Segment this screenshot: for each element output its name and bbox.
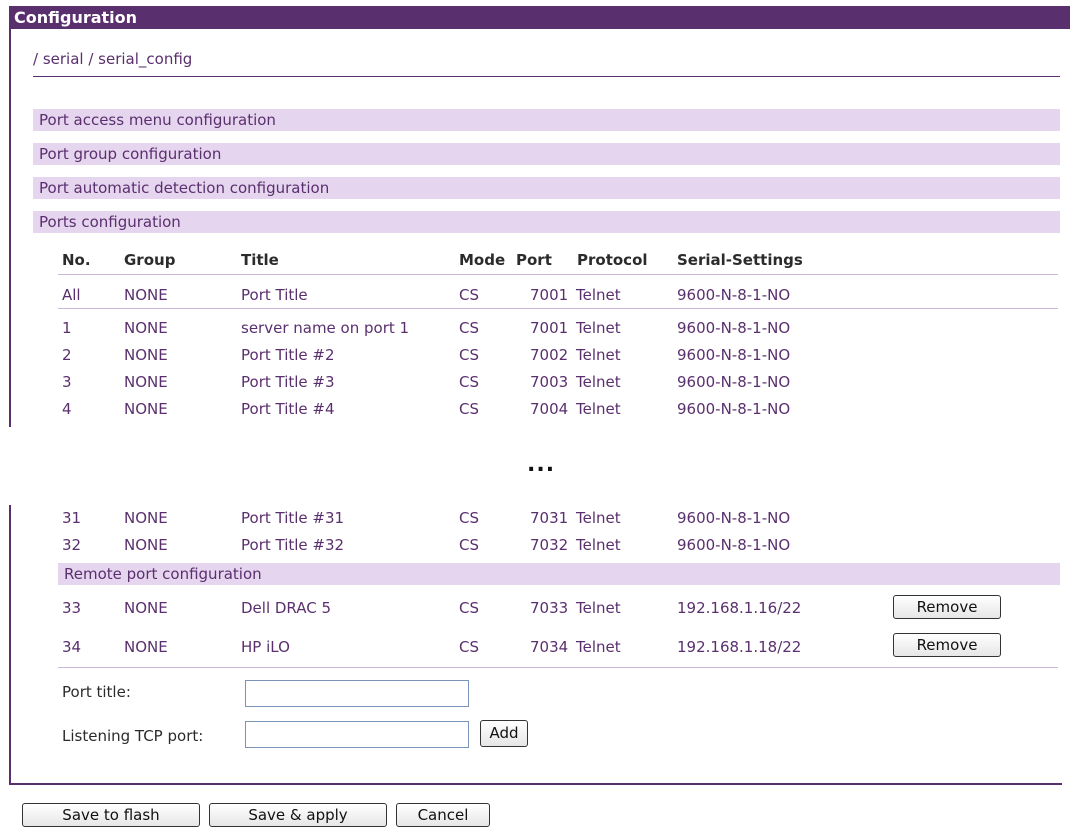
cell-no[interactable]: 2 [62,346,72,364]
cell-settings: 9600-N-8-1-NO [677,286,791,304]
cell-port: 7034 [530,638,569,656]
cell-no[interactable]: 1 [62,319,72,337]
cell-group: NONE [124,373,168,391]
col-header-port: Port [516,251,552,269]
cell-port: 7003 [530,373,569,391]
remove-button[interactable]: Remove [893,595,1001,619]
cell-port: 7001 [530,286,569,304]
cell-protocol: Telnet [576,346,621,364]
section-remote-port-config[interactable]: Remote port configuration [58,563,1060,585]
cell-settings: 9600-N-8-1-NO [677,346,791,364]
cell-group: NONE [124,599,168,617]
col-header-title: Title [241,251,279,269]
cell-protocol: Telnet [576,638,621,656]
cell-settings: 192.168.1.16/22 [677,599,802,617]
cell-protocol: Telnet [576,599,621,617]
cell-port: 7001 [530,319,569,337]
breadcrumb-serial[interactable]: serial [43,50,84,68]
col-header-mode: Mode [459,251,506,269]
cell-protocol: Telnet [576,286,621,304]
cell-protocol: Telnet [576,400,621,418]
cell-title: Port Title [241,286,308,304]
remote-divider [58,667,1058,668]
cell-protocol: Telnet [576,373,621,391]
cell-mode: CS [459,599,479,617]
cell-no[interactable]: 3 [62,373,72,391]
tcp-port-label: Listening TCP port: [62,727,204,745]
cell-port: 7031 [530,509,569,527]
section-port-access-menu[interactable]: Port access menu configuration [33,109,1060,131]
page-header: Configuration [9,6,1070,29]
cell-protocol: Telnet [576,536,621,554]
cell-settings: 9600-N-8-1-NO [677,509,791,527]
save-to-flash-button[interactable]: Save to flash [22,803,200,827]
cell-group: NONE [124,509,168,527]
col-header-serial-settings: Serial-Settings [677,251,803,269]
cell-mode: CS [459,509,479,527]
cell-port: 7033 [530,599,569,617]
breadcrumb-divider [33,76,1060,77]
cell-settings: 9600-N-8-1-NO [677,536,791,554]
add-button[interactable]: Add [480,720,528,747]
cell-mode: CS [459,346,479,364]
cell-title: Dell DRAC 5 [241,599,332,617]
cell-group: NONE [124,400,168,418]
cell-title: server name on port 1 [241,319,410,337]
breadcrumb-sep: / [83,50,99,68]
cell-port: 7002 [530,346,569,364]
cell-title: Port Title #4 [241,400,335,418]
cell-group: NONE [124,346,168,364]
cell-no[interactable]: 33 [62,599,81,617]
breadcrumb-sep: / [33,50,43,68]
section-ports-config[interactable]: Ports configuration [33,211,1060,233]
breadcrumb-serial-config[interactable]: serial_config [98,50,192,68]
cell-port: 7004 [530,400,569,418]
cell-port: 7032 [530,536,569,554]
cell-title: HP iLO [241,638,290,656]
cell-group: NONE [124,319,168,337]
cell-group: NONE [124,638,168,656]
cell-settings: 9600-N-8-1-NO [677,319,791,337]
frame-bottom [9,783,1062,785]
cell-settings: 192.168.1.18/22 [677,638,802,656]
col-header-protocol: Protocol [577,251,648,269]
section-port-group[interactable]: Port group configuration [33,143,1060,165]
cell-settings: 9600-N-8-1-NO [677,373,791,391]
frame-left-bottom [9,505,11,785]
header-divider [58,274,1058,275]
save-and-apply-button[interactable]: Save & apply [209,803,387,827]
remove-button[interactable]: Remove [893,633,1001,657]
cell-mode: CS [459,536,479,554]
cell-no[interactable]: 4 [62,400,72,418]
col-header-no: No. [62,251,91,269]
cell-title: Port Title #3 [241,373,335,391]
cell-title: Port Title #31 [241,509,345,527]
cancel-button[interactable]: Cancel [396,803,490,827]
port-title-label: Port title: [62,683,131,701]
cell-mode: CS [459,638,479,656]
cell-group: NONE [124,286,168,304]
cell-mode: CS [459,286,479,304]
section-port-auto-detect[interactable]: Port automatic detection configuration [33,177,1060,199]
cell-mode: CS [459,319,479,337]
cell-title: Port Title #32 [241,536,345,554]
omitted-rows-ellipsis: ... [527,452,556,477]
frame-left-top [9,29,11,427]
cell-no[interactable]: 32 [62,536,81,554]
cell-protocol: Telnet [576,509,621,527]
tcp-port-input[interactable] [245,721,469,748]
breadcrumb: / serial / serial_config [33,50,192,68]
cell-title: Port Title #2 [241,346,335,364]
cell-no[interactable]: All [62,286,81,304]
cell-no[interactable]: 34 [62,638,81,656]
port-title-input[interactable] [245,680,469,707]
col-header-group: Group [124,251,176,269]
cell-mode: CS [459,373,479,391]
cell-group: NONE [124,536,168,554]
cell-no[interactable]: 31 [62,509,81,527]
all-row-divider [58,308,1058,309]
cell-settings: 9600-N-8-1-NO [677,400,791,418]
cell-mode: CS [459,400,479,418]
cell-protocol: Telnet [576,319,621,337]
